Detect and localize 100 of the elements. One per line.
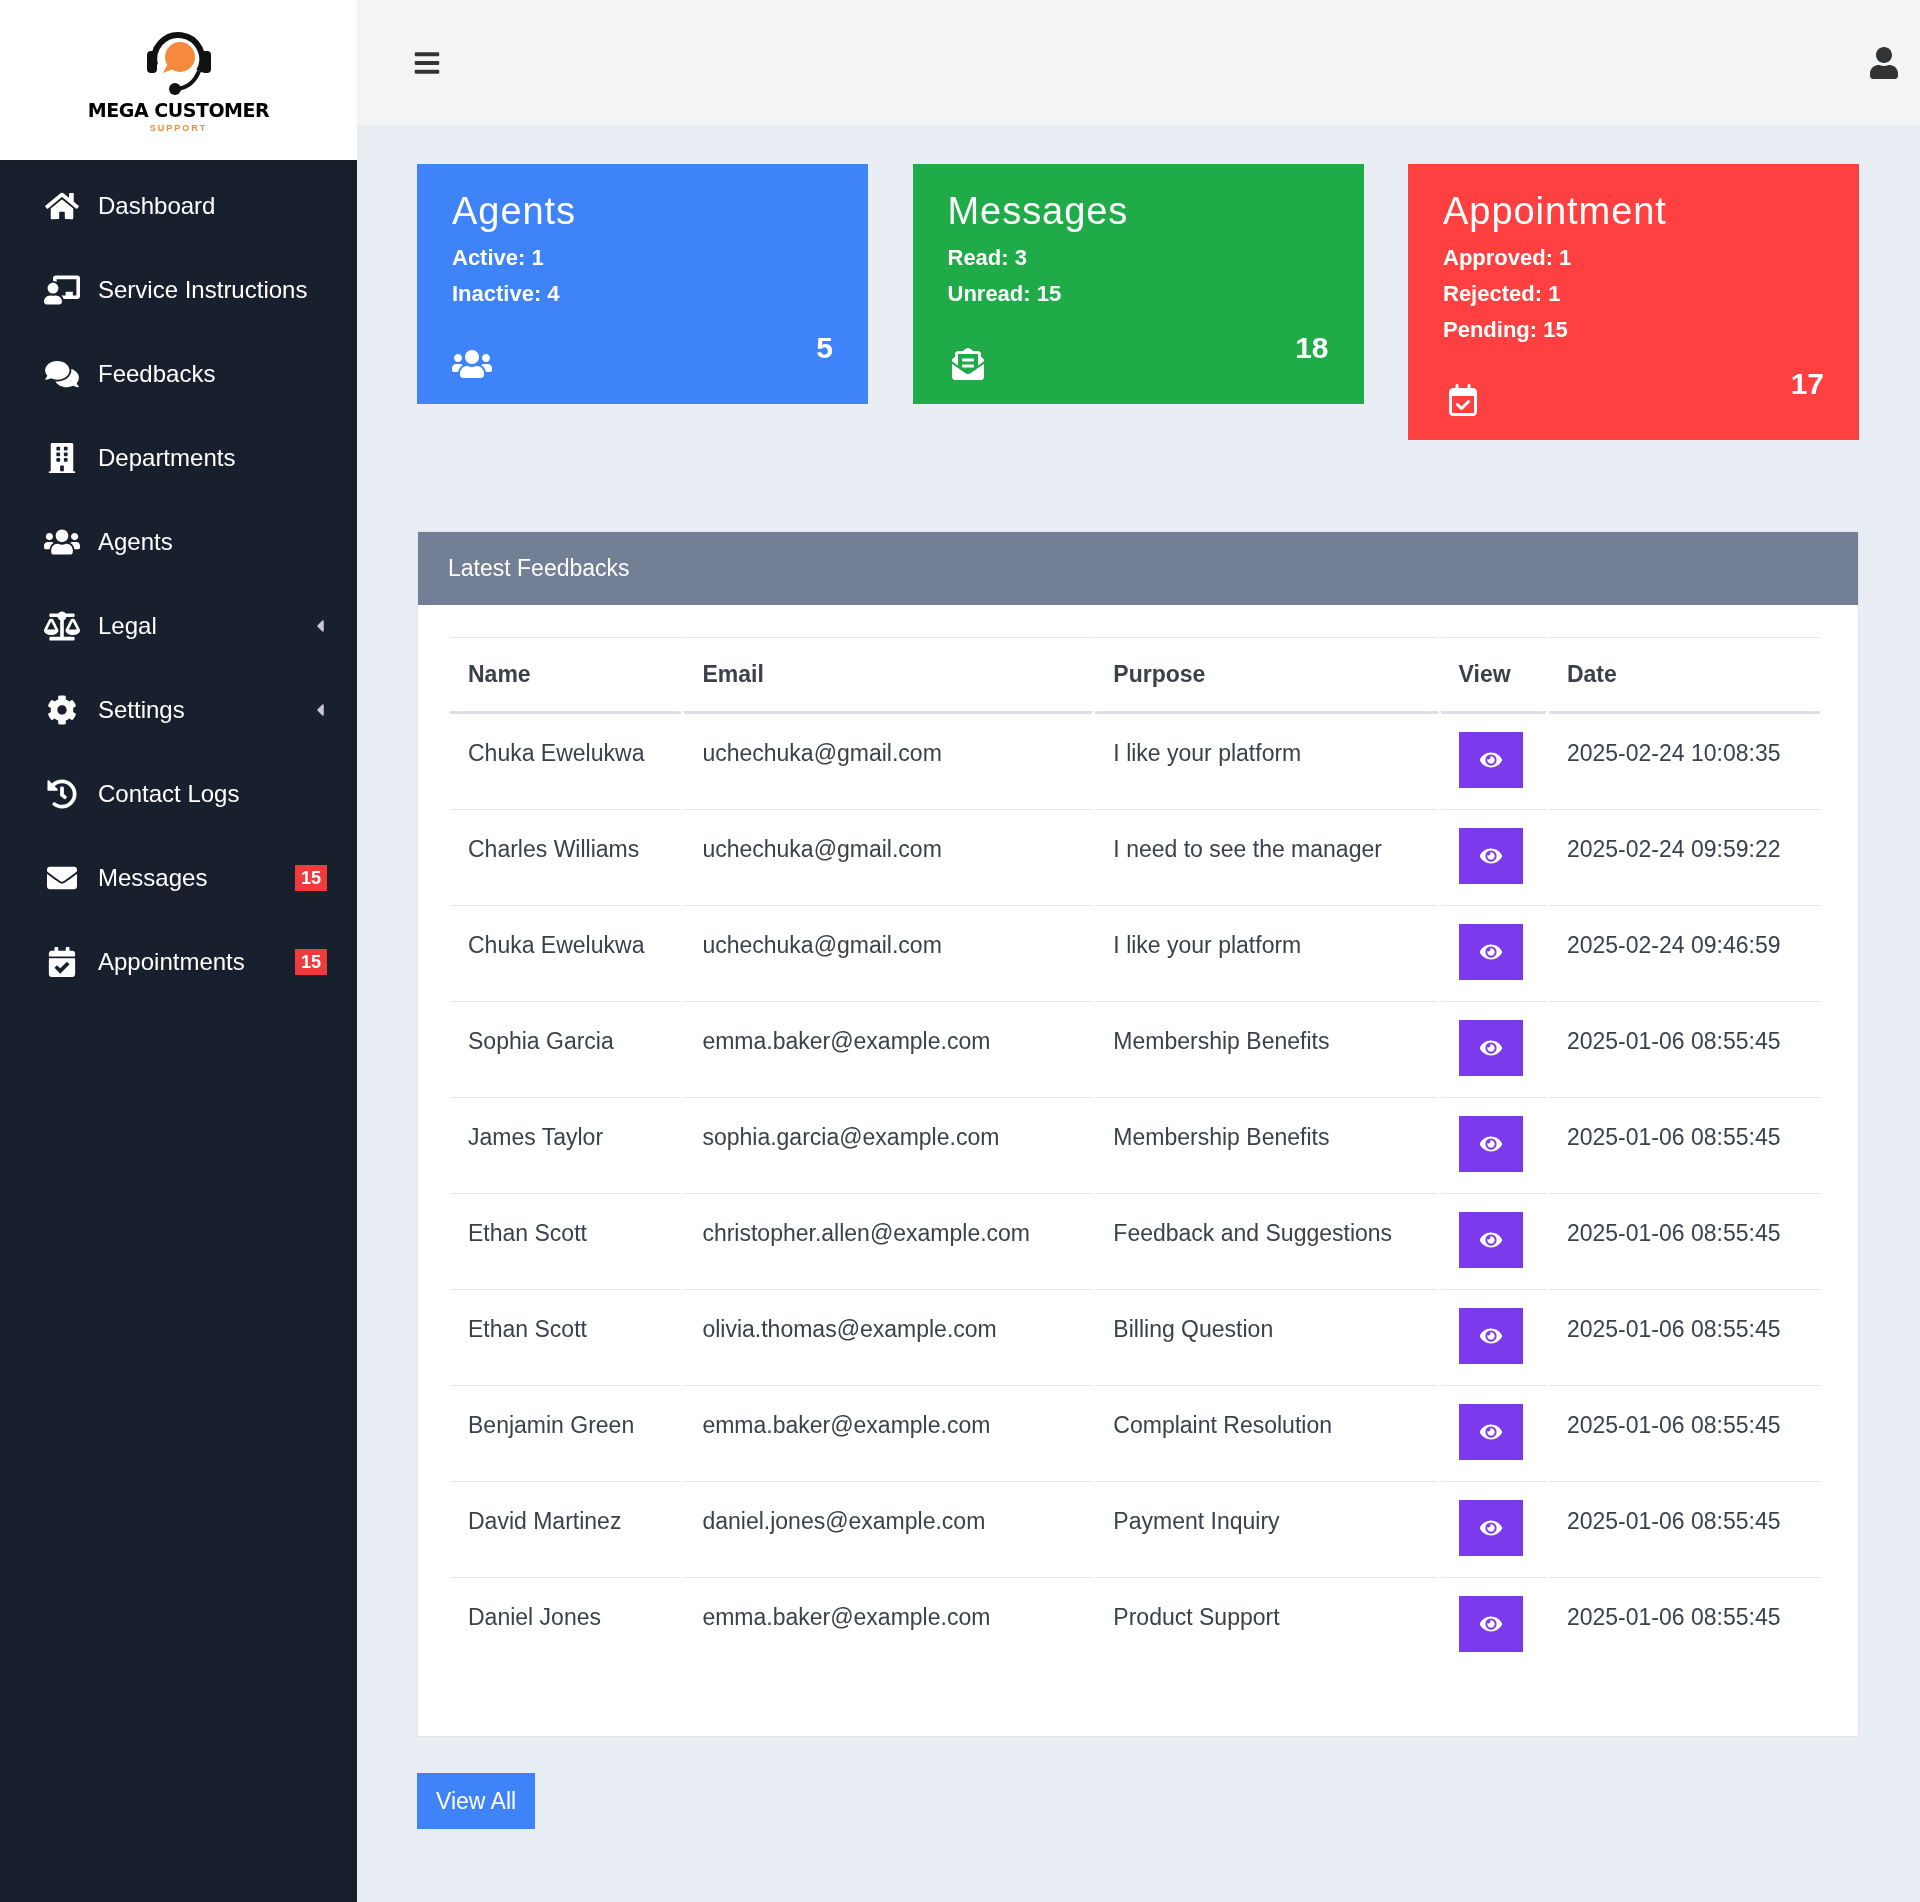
sidebar-item[interactable]: Appointments 15 bbox=[0, 920, 357, 1004]
sidebar-item[interactable]: Service Instructions bbox=[0, 248, 357, 332]
eye-icon bbox=[1478, 1326, 1503, 1346]
card-stat: Active: 1 bbox=[452, 244, 545, 272]
eye-icon bbox=[1478, 942, 1503, 962]
table-cell: Billing Question bbox=[1095, 1290, 1438, 1386]
users-icon bbox=[44, 527, 80, 557]
card-stat: Inactive: 4 bbox=[452, 280, 561, 308]
table-cell: I like your platform bbox=[1095, 714, 1438, 810]
view-button[interactable] bbox=[1458, 1020, 1523, 1076]
eye-icon bbox=[1478, 1614, 1503, 1634]
table-cell: daniel.jones@example.com bbox=[684, 1482, 1093, 1578]
view-button[interactable] bbox=[1458, 828, 1523, 884]
view-button[interactable] bbox=[1458, 1404, 1523, 1460]
sidebar-item[interactable]: Dashboard bbox=[0, 164, 357, 248]
view-button[interactable] bbox=[1458, 1116, 1523, 1172]
view-button[interactable] bbox=[1458, 1596, 1523, 1652]
table-cell: emma.baker@example.com bbox=[684, 1386, 1093, 1482]
user-icon[interactable] bbox=[1870, 46, 1898, 79]
column-header: Email bbox=[684, 637, 1093, 714]
view-button[interactable] bbox=[1458, 1308, 1523, 1364]
column-header: Purpose bbox=[1095, 637, 1438, 714]
column-header: Name bbox=[450, 637, 682, 714]
table-cell: sophia.garcia@example.com bbox=[684, 1098, 1093, 1194]
chat-bubbles-icon bbox=[44, 359, 80, 389]
card-title: Messages bbox=[947, 189, 1130, 234]
table-cell: 2025-02-24 10:08:35 bbox=[1548, 714, 1820, 810]
sidebar-item[interactable]: Legal bbox=[0, 584, 357, 668]
scales-icon bbox=[44, 611, 80, 641]
users-icon bbox=[452, 348, 492, 380]
table-cell: Charles Williams bbox=[450, 810, 682, 906]
table-cell: Sophia Garcia bbox=[450, 1002, 682, 1098]
sidebar-item[interactable]: Contact Logs bbox=[0, 752, 357, 836]
eye-icon bbox=[1478, 1134, 1503, 1154]
presenter-icon bbox=[44, 275, 80, 305]
table-cell: I like your platform bbox=[1095, 906, 1438, 1002]
count-badge: 15 bbox=[294, 865, 327, 891]
card-total: 18 bbox=[1295, 330, 1329, 366]
table-cell: I need to see the manager bbox=[1095, 810, 1438, 906]
table-cell: uchechuka@gmail.com bbox=[684, 906, 1093, 1002]
eye-icon bbox=[1478, 750, 1503, 770]
card-total: 5 bbox=[816, 330, 833, 366]
card-stat: Unread: 15 bbox=[947, 280, 1063, 308]
eye-icon bbox=[1478, 846, 1503, 866]
table-cell: uchechuka@gmail.com bbox=[684, 714, 1093, 810]
view-button[interactable] bbox=[1458, 1212, 1523, 1268]
home-icon bbox=[44, 191, 80, 221]
panel-title: Latest Feedbacks bbox=[448, 554, 630, 584]
eye-icon bbox=[1478, 1230, 1503, 1250]
card-stat: Read: 3 bbox=[947, 244, 1028, 272]
eye-icon bbox=[1478, 1422, 1503, 1442]
logo-title: MEGA CUSTOMER bbox=[87, 101, 270, 120]
table-cell: 2025-01-06 08:55:45 bbox=[1548, 1482, 1820, 1578]
table-cell-text: Daniel Jones bbox=[467, 1603, 602, 1632]
sidebar-item[interactable]: Settings bbox=[0, 668, 357, 752]
table-cell: Chuka Ewelukwa bbox=[450, 714, 682, 810]
sidebar-item[interactable]: Departments bbox=[0, 416, 357, 500]
table-cell: 2025-02-24 09:46:59 bbox=[1548, 906, 1820, 1002]
card-total: 17 bbox=[1790, 366, 1824, 402]
table-cell: Payment Inquiry bbox=[1095, 1482, 1438, 1578]
table-cell: Ethan Scott bbox=[450, 1194, 682, 1290]
table-cell: 2025-01-06 08:55:45 bbox=[1548, 1194, 1820, 1290]
eye-icon bbox=[1478, 1038, 1503, 1058]
table-cell: 2025-01-06 08:55:45 bbox=[1548, 1002, 1820, 1098]
view-button[interactable] bbox=[1458, 732, 1523, 788]
column-header: View bbox=[1440, 637, 1546, 714]
table-cell: Ethan Scott bbox=[450, 1290, 682, 1386]
card-title: Agents bbox=[452, 189, 577, 234]
card-stat: Approved: 1 bbox=[1443, 244, 1573, 272]
view-button[interactable] bbox=[1458, 924, 1523, 980]
logo-subtitle: SUPPORT bbox=[149, 124, 208, 133]
card-title: Appointment bbox=[1443, 189, 1668, 234]
table-cell: christopher.allen@example.com bbox=[684, 1194, 1093, 1290]
table-cell: Membership Benefits bbox=[1095, 1002, 1438, 1098]
table-cell: Feedback and Suggestions bbox=[1095, 1194, 1438, 1290]
table-cell: olivia.thomas@example.com bbox=[684, 1290, 1093, 1386]
card-stat: Rejected: 1 bbox=[1443, 280, 1562, 308]
table-cell: 2025-02-24 09:59:22 bbox=[1548, 810, 1820, 906]
table-cell-text: emma.baker@example.com bbox=[701, 1603, 992, 1632]
sidebar-item[interactable]: Messages 15 bbox=[0, 836, 357, 920]
sidebar-item[interactable]: Agents bbox=[0, 500, 357, 584]
eye-icon bbox=[1478, 1518, 1503, 1538]
table-cell: 2025-01-06 08:55:45 bbox=[1548, 1290, 1820, 1386]
table-cell: David Martinez bbox=[450, 1482, 682, 1578]
count-badge: 15 bbox=[294, 949, 327, 975]
table-cell: uchechuka@gmail.com bbox=[684, 810, 1093, 906]
table-cell: Complaint Resolution bbox=[1095, 1386, 1438, 1482]
card-stat: Pending: 15 bbox=[1443, 316, 1569, 344]
table-cell: James Taylor bbox=[450, 1098, 682, 1194]
table-cell: Membership Benefits bbox=[1095, 1098, 1438, 1194]
table-cell-text: Product Support bbox=[1112, 1603, 1281, 1632]
column-header: Date bbox=[1548, 637, 1820, 714]
table-cell-text: 2025-01-06 08:55:45 bbox=[1565, 1603, 1782, 1632]
view-button[interactable] bbox=[1458, 1500, 1523, 1556]
table-cell: 2025-01-06 08:55:45 bbox=[1548, 1098, 1820, 1194]
view-all-button[interactable]: View All bbox=[417, 1773, 536, 1829]
table-cell: 2025-01-06 08:55:45 bbox=[1548, 1386, 1820, 1482]
table-cell: emma.baker@example.com bbox=[684, 1002, 1093, 1098]
table-cell: Chuka Ewelukwa bbox=[450, 906, 682, 1002]
sidebar-item[interactable]: Feedbacks bbox=[0, 332, 357, 416]
